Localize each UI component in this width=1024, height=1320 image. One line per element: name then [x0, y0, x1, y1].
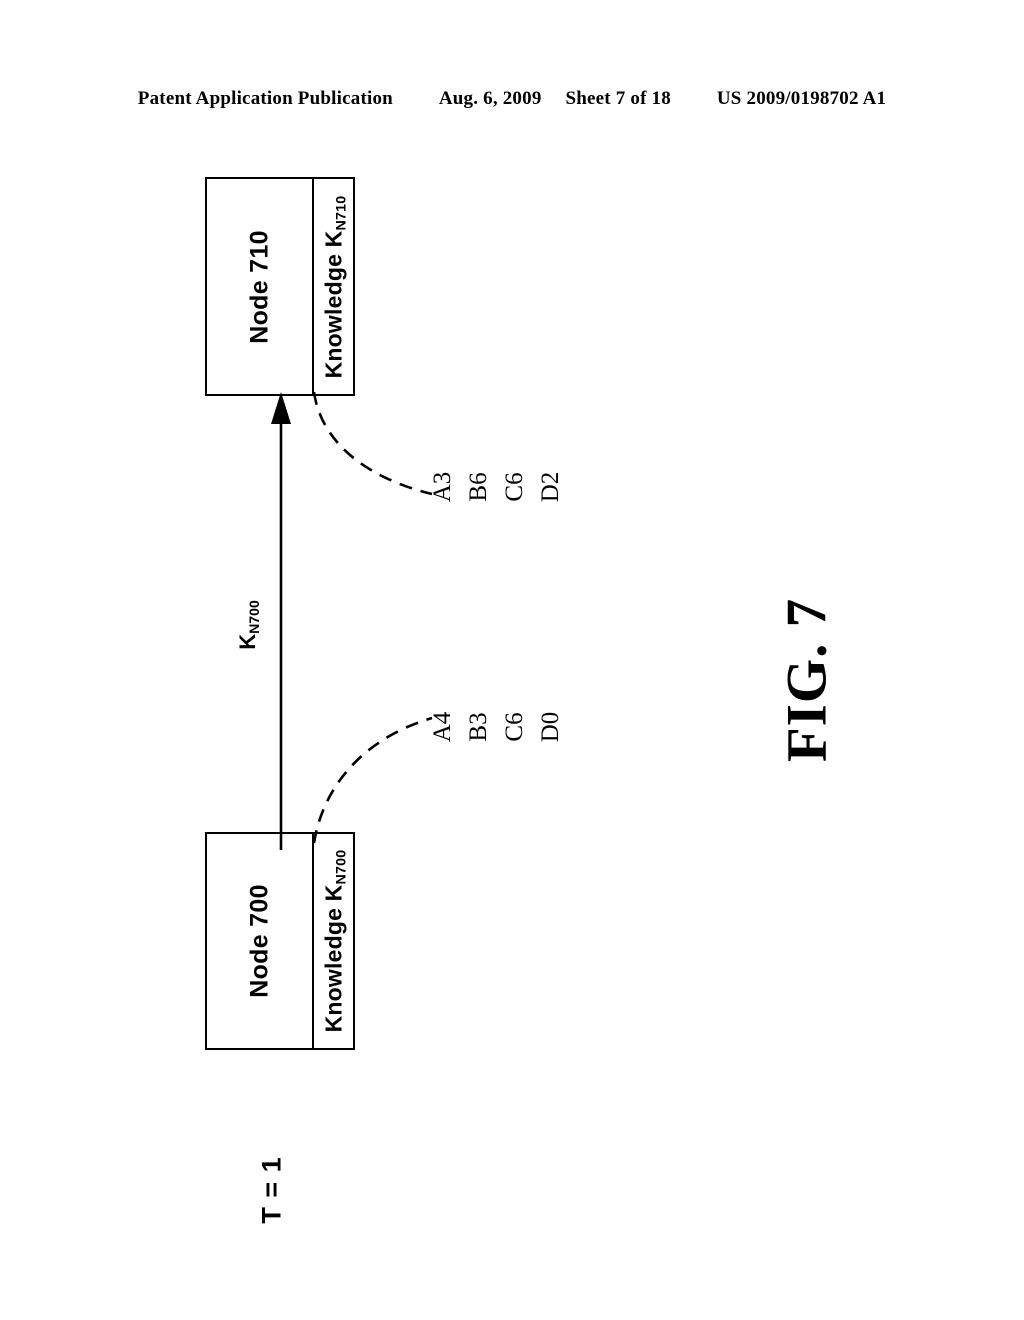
- node-700-knowledge-text: Knowledge K: [320, 884, 346, 1033]
- knowledge-value: D2: [536, 471, 564, 503]
- time-label-container: T = 1: [222, 1140, 322, 1240]
- figure-caption: FIG. 7: [775, 597, 839, 763]
- node-700-knowledge-label: Knowledge KN700: [320, 850, 349, 1033]
- node-710-title-compartment: Node 710: [207, 179, 314, 394]
- arrow-label-text: K: [235, 633, 260, 650]
- node-box-700: Node 700 Knowledge KN700: [205, 832, 355, 1050]
- node-710-knowledge-subscript: N710: [332, 195, 349, 230]
- node-700-title-compartment: Node 700: [207, 834, 314, 1048]
- figure-caption-container: FIG. 7: [742, 570, 872, 790]
- node-710-knowledge-text: Knowledge K: [320, 230, 346, 378]
- node-710-knowledge-label: Knowledge KN710: [320, 195, 349, 378]
- arrow-label: KN700: [235, 600, 262, 650]
- time-label: T = 1: [256, 1156, 287, 1224]
- knowledge-values-710: A3 B6 C6 D2: [424, 466, 568, 508]
- node-710-title: Node 710: [245, 229, 273, 344]
- knowledge-value: D0: [536, 711, 564, 743]
- node-700-title: Node 700: [245, 884, 273, 998]
- knowledge-values-700: A4 B3 C6 D0: [424, 706, 568, 748]
- node-710-knowledge-compartment: Knowledge KN710: [314, 179, 353, 394]
- arrow-label-container: KN700: [218, 580, 278, 670]
- figure-canvas: Node 710 Knowledge KN710 Node 700 Knowle…: [0, 0, 1024, 1320]
- node-box-710: Node 710 Knowledge KN710: [205, 177, 355, 396]
- node-700-knowledge-compartment: Knowledge KN700: [314, 834, 353, 1048]
- node-700-knowledge-subscript: N700: [332, 849, 349, 885]
- arrow-label-subscript: N700: [245, 600, 262, 634]
